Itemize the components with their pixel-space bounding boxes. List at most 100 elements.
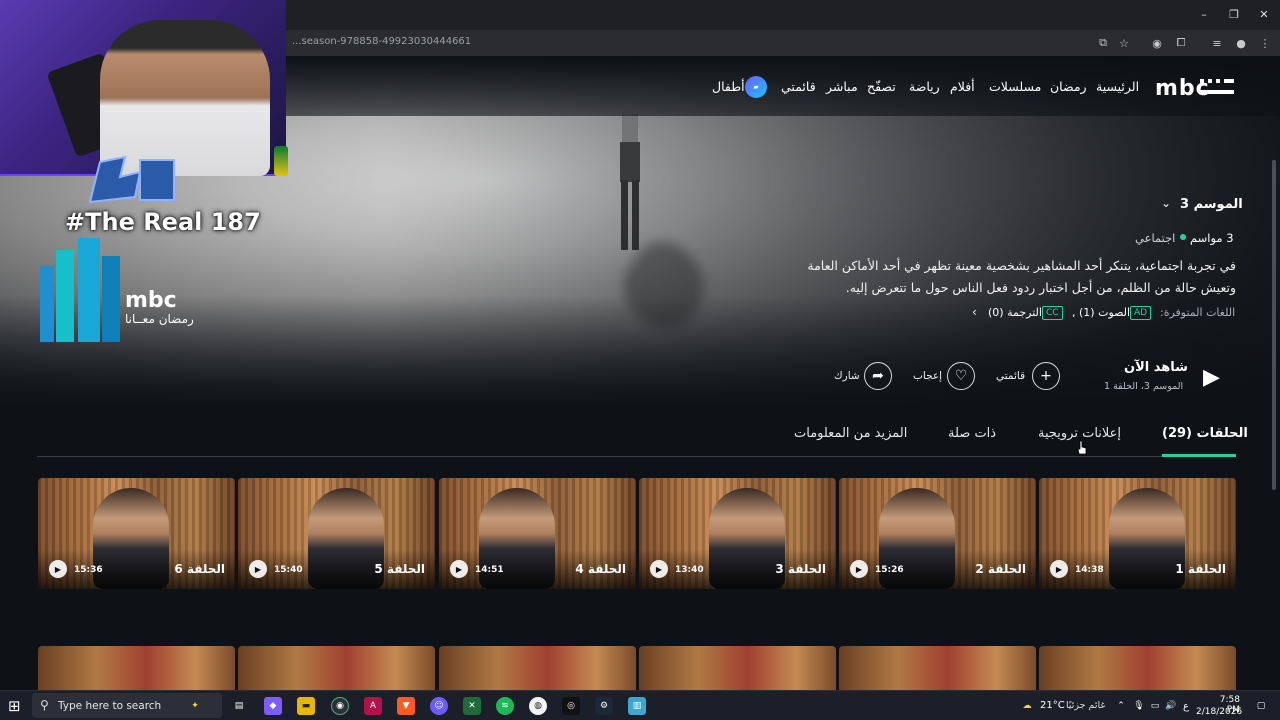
tab-related[interactable]: ذات صلة [948, 426, 996, 441]
search-icon[interactable]: ⚲ [40, 698, 49, 712]
episode-title: الحلقة 3 [775, 562, 826, 576]
tab-more-info[interactable]: المزيد من المعلومات [794, 426, 907, 441]
extension-icon[interactable]: ◉ [1148, 34, 1166, 52]
reading-list-icon[interactable]: ≡ [1208, 34, 1226, 52]
mbc-logo-mark [1200, 79, 1234, 94]
add-to-list-button[interactable]: + [1032, 362, 1060, 390]
streamer-name: #The Real 187 [65, 208, 261, 236]
volume-icon[interactable]: 🔊 [1162, 697, 1180, 715]
mylist-label[interactable]: قائمتي [996, 370, 1025, 382]
watch-now-button[interactable]: شاهد الآن [1124, 360, 1188, 375]
episode-duration: 15:36 [74, 565, 103, 575]
episode-card[interactable]: الحلقة 4 ▶ 14:51 [439, 478, 636, 589]
play-icon[interactable]: ▶ [1203, 365, 1220, 390]
play-icon[interactable]: ▶ [249, 560, 267, 578]
notes-app-icon[interactable]: ▥ [628, 697, 646, 715]
brave-icon[interactable]: ▼ [397, 697, 415, 715]
windows-start-icon[interactable]: ⊞ [8, 697, 21, 715]
taskbar-search-placeholder[interactable]: Type here to search [58, 700, 161, 712]
episode-duration: 15:40 [274, 565, 303, 575]
kebab-menu-icon[interactable]: ⋮ [1256, 34, 1274, 52]
ramadan-tagline: رمضان معــانا [125, 312, 194, 326]
episode-card[interactable] [238, 646, 435, 690]
episode-card[interactable] [38, 646, 235, 690]
episode-card[interactable]: الحلقة 5 ▶ 15:40 [238, 478, 435, 589]
episode-card[interactable]: الحلقة 1 ▶ 14:38 [1039, 478, 1236, 589]
weather-icon[interactable]: ☁ [1018, 697, 1036, 715]
episode-title: الحلقة 5 [374, 562, 425, 576]
chrome-icon[interactable]: ◉ [331, 697, 349, 715]
chevron-left-icon[interactable]: ‹ [972, 305, 977, 319]
weather-temperature[interactable]: 21°C [1040, 700, 1065, 711]
like-button[interactable]: ♡ [947, 362, 975, 390]
app-a-icon[interactable]: A [364, 697, 382, 715]
episode-title: الحلقة 1 [1175, 562, 1226, 576]
discord-icon[interactable]: ☺ [430, 697, 448, 715]
episode-card[interactable]: الحلقة 6 ▶ 15:36 [38, 478, 235, 589]
episode-card[interactable] [639, 646, 836, 690]
like-label[interactable]: إعجاب [913, 370, 942, 382]
share-label[interactable]: شارك [834, 370, 860, 382]
nav-item-sports[interactable]: رياضة [909, 79, 940, 94]
audio-description-tag: AD [1130, 306, 1152, 320]
play-icon[interactable]: ▶ [650, 560, 668, 578]
play-icon[interactable]: ▶ [49, 560, 67, 578]
install-app-icon[interactable]: ⧉ [1094, 34, 1112, 52]
tray-overflow-icon[interactable]: ⌃ [1112, 697, 1130, 715]
play-icon[interactable]: ▶ [1050, 560, 1068, 578]
nav-item-mylist[interactable]: قائمتي [781, 79, 816, 94]
restore-button[interactable]: ❐ [1220, 4, 1248, 24]
task-view-icon[interactable]: ▤ [230, 697, 248, 715]
file-explorer-icon[interactable]: ▬ [297, 697, 315, 715]
puzzle-icon[interactable]: ⧠ [1172, 34, 1190, 52]
play-icon[interactable]: ▶ [450, 560, 468, 578]
share-button[interactable]: ➦ [864, 362, 892, 390]
languages-label: اللغات المتوفرة: [1160, 306, 1236, 319]
episode-card[interactable]: الحلقة 3 ▶ 13:40 [639, 478, 836, 589]
episode-card[interactable]: الحلقة 2 ▶ 15:26 [839, 478, 1036, 589]
nav-item-browse[interactable]: تصفّح [867, 79, 896, 94]
chrome-profile-icon[interactable]: ◍ [529, 697, 547, 715]
play-icon[interactable]: ▶ [850, 560, 868, 578]
notifications-icon[interactable]: ▢ [1252, 697, 1270, 715]
genre-label: اجتماعي [1135, 231, 1176, 245]
episode-duration: 14:38 [1075, 565, 1104, 575]
nav-item-series[interactable]: مسلسلات [989, 79, 1041, 94]
copilot-sparkle-icon[interactable]: ✦ [186, 697, 204, 715]
obs-icon[interactable]: ◎ [562, 697, 580, 715]
chevron-down-icon[interactable]: ⌄ [1161, 196, 1171, 210]
closed-caption-tag: CC [1042, 306, 1063, 320]
tab-episodes[interactable]: الحلقات (29) [1162, 426, 1248, 441]
profile-avatar[interactable]: ● [1232, 34, 1250, 52]
clock-date[interactable]: 2/18/2026 [1196, 707, 1242, 717]
bookmark-star-icon[interactable]: ☆ [1115, 34, 1133, 52]
url-text[interactable]: ...season-978858-49923030444661 [292, 36, 471, 47]
episode-duration: 14:51 [475, 565, 504, 575]
steam-icon[interactable]: ⚙ [595, 697, 613, 715]
ramadan-mbc-wordmark: mbc [125, 288, 177, 313]
episode-card[interactable] [1039, 646, 1236, 690]
episode-title: الحلقة 2 [975, 562, 1026, 576]
episode-card[interactable] [839, 646, 1036, 690]
episode-card[interactable] [439, 646, 636, 690]
tab-promos[interactable]: إعلانات ترويجية [1038, 426, 1121, 441]
minimize-button[interactable]: – [1190, 4, 1218, 24]
season-selector[interactable]: الموسم 3 [1180, 197, 1243, 212]
nav-item-ramadan[interactable]: رمضان [1050, 79, 1087, 94]
seasons-count: 3 مواسم [1190, 231, 1234, 245]
nav-item-live[interactable]: مباشر [826, 79, 858, 94]
spotify-icon[interactable]: ≋ [496, 697, 514, 715]
audio-languages[interactable]: الصوت (1) , [1072, 306, 1130, 319]
nav-item-movies[interactable]: أفلام [950, 79, 975, 94]
subtitle-languages[interactable]: الترجمة (0) [988, 306, 1042, 319]
scrollbar[interactable] [1272, 160, 1276, 490]
nav-item-kids[interactable]: أطفال [712, 79, 745, 94]
copilot-icon[interactable]: ◆ [264, 697, 282, 715]
nav-item-home[interactable]: الرئيسية [1096, 79, 1139, 94]
kids-icon[interactable]: ▰ [745, 76, 767, 98]
input-language[interactable]: ع [1183, 701, 1189, 712]
xbox-app-icon[interactable]: ✕ [463, 697, 481, 715]
episode-duration: 15:26 [875, 565, 904, 575]
weather-condition[interactable]: غائم جزئيًا [1066, 700, 1105, 711]
close-window-button[interactable]: ✕ [1250, 4, 1278, 24]
